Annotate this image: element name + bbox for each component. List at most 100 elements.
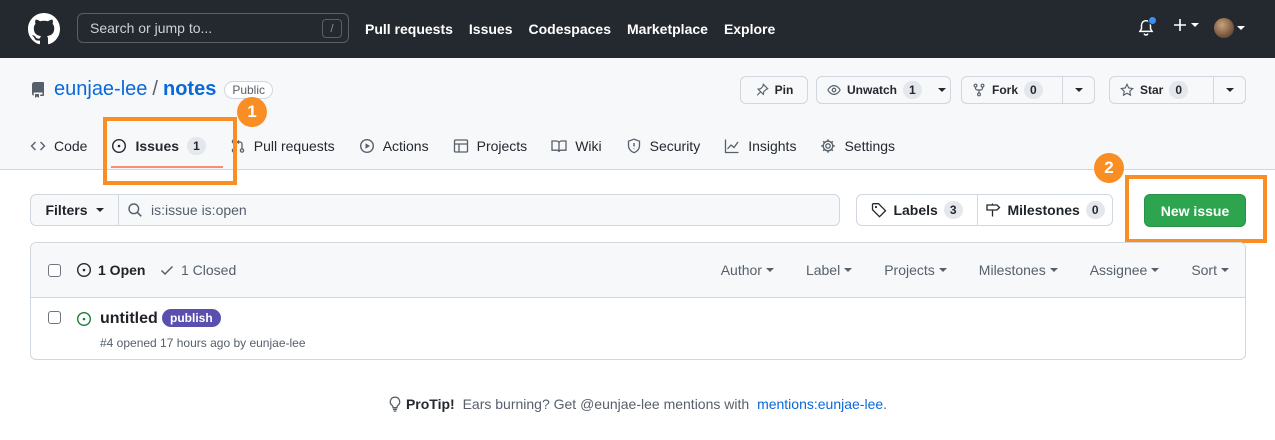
play-icon: [359, 138, 374, 154]
global-nav: Pull requests Issues Codespaces Marketpl…: [365, 0, 775, 58]
closed-issues-filter[interactable]: 1 Closed: [159, 262, 236, 278]
chevron-down-icon: [95, 208, 104, 212]
watch-dropdown[interactable]: [933, 76, 951, 104]
issue-opened-icon: [76, 262, 92, 278]
open-issues-filter[interactable]: 1 Open: [76, 262, 145, 278]
search-icon: [128, 203, 142, 217]
star-count: 0: [1169, 81, 1189, 99]
issues-list: 1 Open 1 Closed Author Label Projects Mi…: [30, 242, 1246, 360]
fork-count: 0: [1024, 81, 1043, 99]
sort-dropdown[interactable]: Sort: [1191, 262, 1229, 278]
label-filter[interactable]: Label: [806, 262, 853, 278]
chevron-down-icon: [1221, 268, 1229, 272]
nav-issues[interactable]: Issues: [469, 21, 513, 37]
unwatch-button[interactable]: Unwatch 1: [816, 76, 934, 104]
nav-explore[interactable]: Explore: [724, 21, 775, 37]
search-placeholder: Search or jump to...: [90, 20, 213, 36]
graph-icon: [725, 139, 739, 154]
fork-label: Fork: [992, 83, 1019, 97]
star-label: Star: [1140, 83, 1164, 97]
watch-action: Unwatch 1: [816, 76, 951, 104]
projects-filter[interactable]: Projects: [884, 262, 947, 278]
nav-pull-requests[interactable]: Pull requests: [365, 21, 453, 37]
chevron-down-icon: [938, 268, 947, 272]
user-menu[interactable]: [1214, 18, 1245, 38]
issue-label-badge[interactable]: publish: [162, 309, 221, 327]
milestones-filter[interactable]: Milestones: [979, 262, 1058, 278]
eye-icon: [827, 85, 841, 95]
github-logo-icon[interactable]: [28, 13, 60, 45]
repo-path-separator: /: [152, 78, 158, 100]
sort-label: Sort: [1191, 262, 1217, 278]
tag-icon: [872, 203, 887, 218]
issue-title-link[interactable]: untitled: [100, 310, 158, 328]
issues-list-header: 1 Open 1 Closed Author Label Projects Mi…: [31, 243, 1245, 298]
star-icon: [1120, 83, 1134, 97]
assignee-filter[interactable]: Assignee: [1090, 262, 1160, 278]
global-header: Search or jump to... / Pull requests Iss…: [0, 0, 1275, 58]
chevron-down-icon: [937, 88, 946, 92]
tab-settings[interactable]: Settings: [820, 138, 895, 154]
milestones-filter-label: Milestones: [978, 262, 1046, 278]
tab-insights-label: Insights: [748, 138, 797, 154]
repo-owner-link[interactable]: eunjae-lee: [54, 78, 147, 101]
author-filter[interactable]: Author: [721, 262, 774, 278]
issue-search-input[interactable]: is:issue is:open: [118, 194, 840, 226]
milestones-button[interactable]: Milestones 0: [977, 194, 1113, 226]
create-new-menu[interactable]: [1172, 17, 1199, 33]
tab-wiki[interactable]: Wiki: [551, 138, 602, 154]
issue-checkbox[interactable]: [48, 311, 61, 324]
search-input[interactable]: Search or jump to... /: [77, 13, 349, 43]
gear-icon: [821, 139, 836, 153]
tab-pull-requests[interactable]: Pull requests: [230, 138, 335, 154]
lightbulb-icon: [389, 396, 401, 412]
avatar: [1214, 18, 1234, 38]
notification-indicator: [1148, 16, 1157, 25]
code-icon: [30, 141, 46, 151]
table-icon: [453, 139, 468, 153]
filters-label: Filters: [45, 202, 88, 218]
star-action: Star 0: [1109, 76, 1246, 104]
tab-security-label: Security: [649, 138, 701, 154]
milestone-icon: [986, 203, 1001, 217]
protip-prefix: ProTip!: [405, 396, 455, 412]
pin-action: Pin: [740, 76, 808, 104]
fork-dropdown[interactable]: [1063, 76, 1095, 104]
select-all-checkbox[interactable]: [48, 264, 61, 277]
star-button[interactable]: Star 0: [1109, 76, 1214, 104]
assignee-filter-label: Assignee: [1089, 262, 1148, 278]
repo-name-link[interactable]: notes: [163, 78, 216, 101]
protip-mentions-link[interactable]: mentions:eunjae-lee: [757, 396, 883, 412]
issue-sort-filters: Author Label Projects Milestones Assigne…: [721, 262, 1229, 278]
protip-text: Ears burning? Get @eunjae-lee mentions w…: [458, 396, 754, 412]
filters-dropdown[interactable]: Filters: [30, 194, 119, 226]
table-row: untitled publish #4 opened 17 hours ago …: [31, 298, 1245, 359]
tab-insights[interactable]: Insights: [724, 138, 796, 154]
repo-title: eunjae-lee / notes Public: [30, 78, 274, 101]
open-issues-label: 1 Open: [98, 262, 146, 278]
tab-actions[interactable]: Actions: [359, 138, 429, 154]
fork-button[interactable]: Fork 0: [961, 76, 1063, 104]
shield-icon: [627, 138, 640, 154]
tab-security[interactable]: Security: [626, 138, 701, 154]
star-dropdown[interactable]: [1214, 76, 1246, 104]
chevron-down-icon: [844, 268, 853, 272]
issue-opened-icon: [76, 311, 92, 327]
protip-suffix: .: [883, 396, 888, 412]
fork-icon: [973, 83, 985, 97]
book-icon: [551, 140, 567, 153]
nav-marketplace[interactable]: Marketplace: [627, 21, 708, 37]
pin-label: Pin: [774, 83, 794, 97]
tab-code[interactable]: Code: [30, 138, 87, 154]
tab-settings-label: Settings: [844, 138, 896, 154]
chevron-down-icon: [1225, 88, 1234, 92]
closed-issues-label: 1 Closed: [181, 262, 237, 278]
pin-button[interactable]: Pin: [740, 76, 808, 104]
tab-projects[interactable]: Projects: [453, 138, 527, 154]
visibility-badge: Public: [224, 80, 274, 99]
step-marker-1: 1: [237, 97, 267, 127]
pin-icon: [756, 83, 769, 96]
nav-codespaces[interactable]: Codespaces: [529, 21, 611, 37]
labels-button[interactable]: Labels 3: [856, 194, 978, 226]
unwatch-label: Unwatch: [847, 83, 898, 97]
